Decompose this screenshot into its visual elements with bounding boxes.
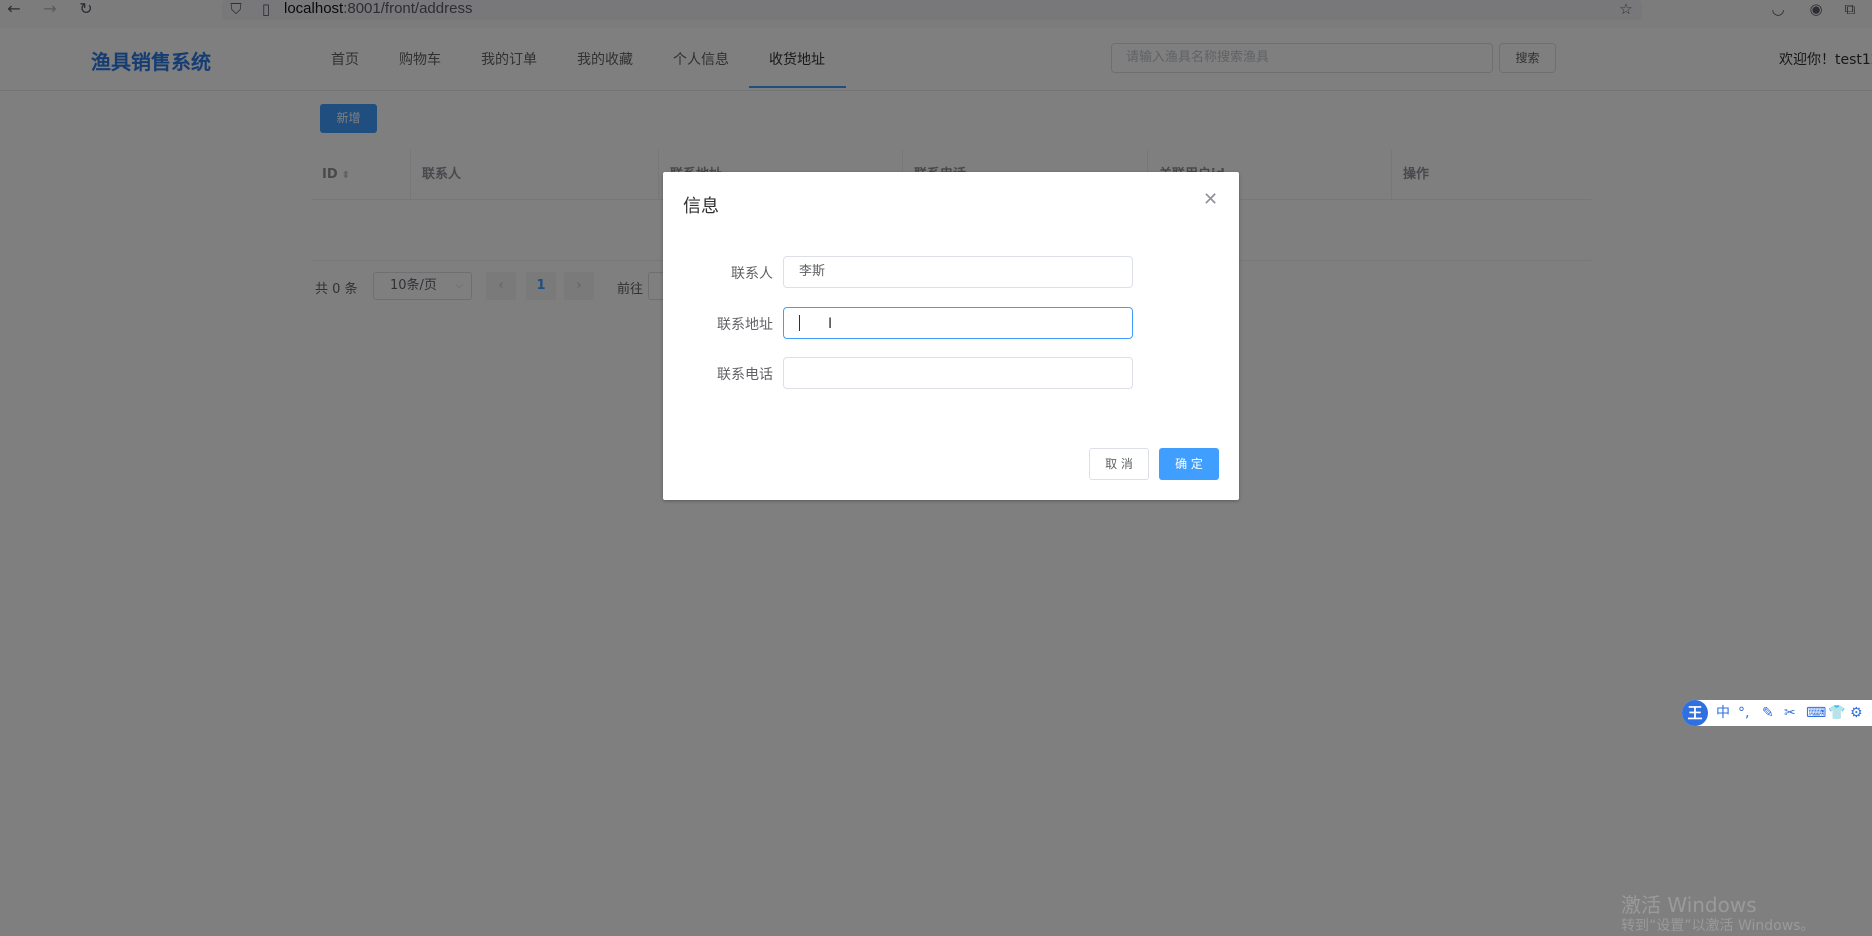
address-dialog: 信息 ✕ 联系人 李斯 联系地址 I 联系电话 取 消 确 定 xyxy=(663,172,1239,500)
phone-label: 联系电话 xyxy=(717,367,773,383)
punctuation-icon[interactable]: °, xyxy=(1738,704,1749,722)
contact-label: 联系人 xyxy=(731,266,773,282)
cancel-button[interactable]: 取 消 xyxy=(1089,448,1149,480)
ime-toolbar: 王 中 °, ✎ ✂ ⌨ 👕 ⚙ xyxy=(1682,700,1872,726)
confirm-button[interactable]: 确 定 xyxy=(1159,448,1219,480)
address-label: 联系地址 xyxy=(717,317,773,333)
windows-activation-subtitle: 转到“设置”以激活 Windows。 xyxy=(1621,918,1815,934)
windows-activation-title: 激活 Windows xyxy=(1621,893,1757,917)
scissors-icon[interactable]: ✂ xyxy=(1784,704,1796,722)
handwriting-icon[interactable]: ✎ xyxy=(1762,704,1774,722)
chinese-mode-icon[interactable]: 中 xyxy=(1716,704,1730,722)
skin-icon[interactable]: 👕 xyxy=(1828,704,1845,722)
keyboard-icon[interactable]: ⌨ xyxy=(1806,704,1826,722)
ime-logo-icon[interactable]: 王 xyxy=(1682,700,1708,726)
text-caret xyxy=(799,315,800,331)
dialog-title: 信息 xyxy=(683,196,719,217)
phone-input[interactable] xyxy=(783,357,1133,389)
close-icon[interactable]: ✕ xyxy=(1203,190,1218,210)
address-input[interactable]: I xyxy=(783,307,1133,339)
settings-gear-icon[interactable]: ⚙ xyxy=(1850,704,1863,722)
text-cursor-icon: I xyxy=(828,316,833,332)
contact-input[interactable]: 李斯 xyxy=(783,256,1133,288)
